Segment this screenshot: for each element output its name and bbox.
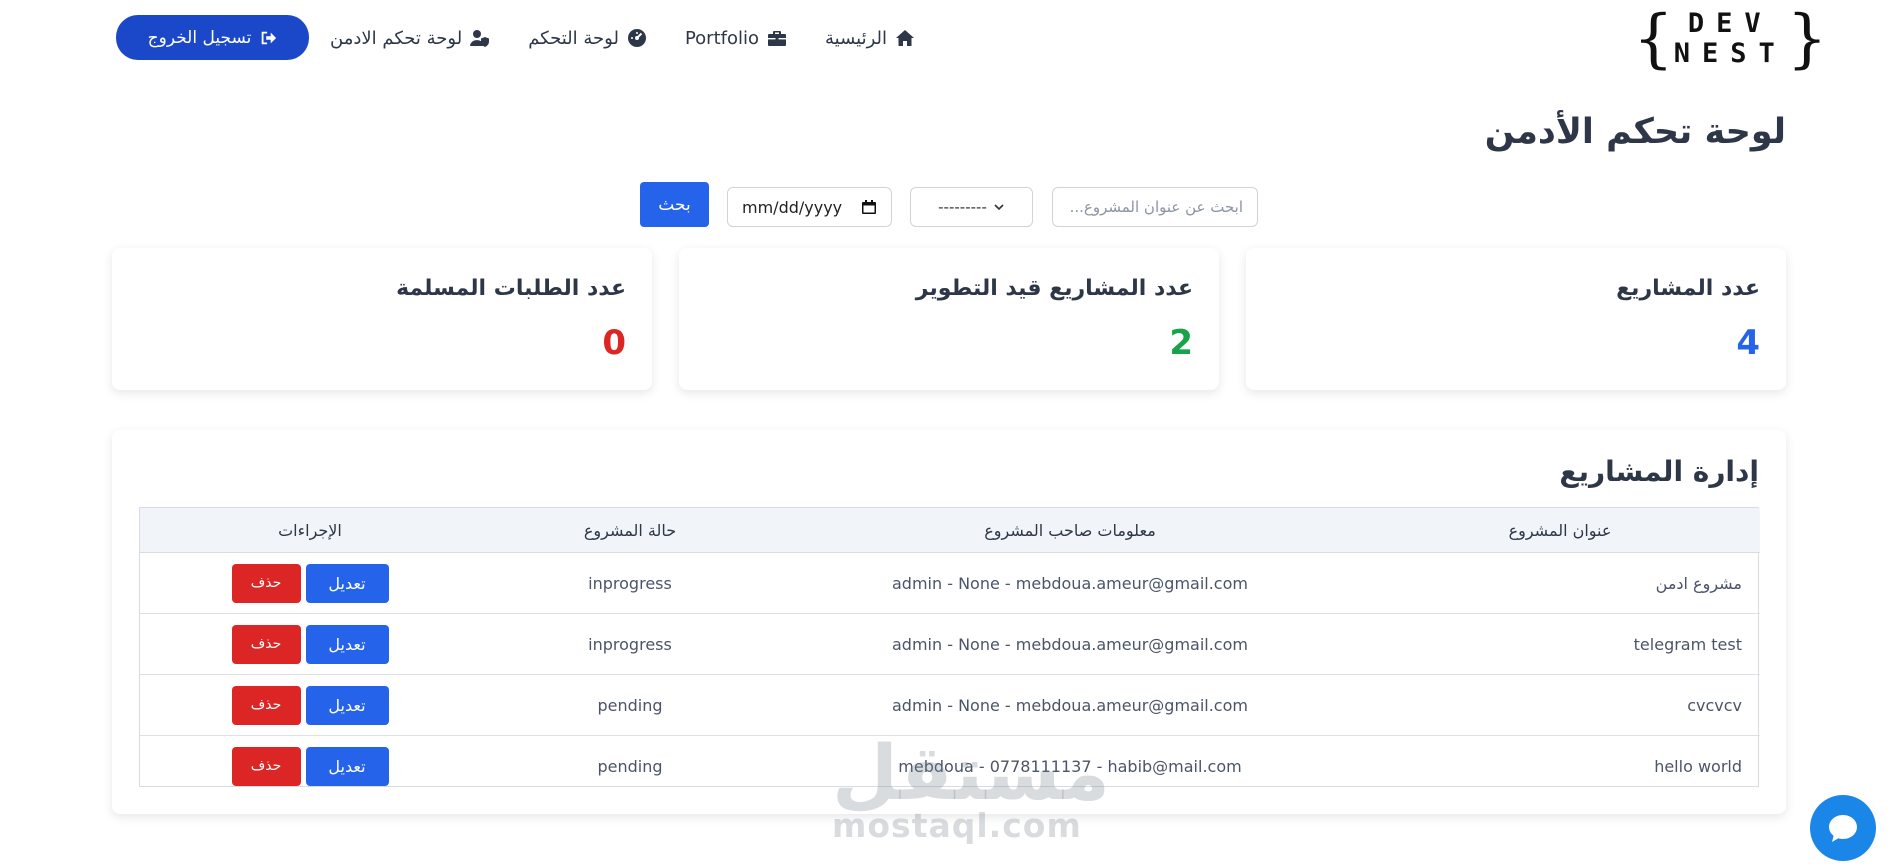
search-button[interactable]: بحث bbox=[640, 182, 709, 227]
column-header-status: حالة المشروع bbox=[480, 508, 780, 553]
project-status-cell: inprogress bbox=[480, 552, 780, 614]
logout-label: تسجيل الخروج bbox=[147, 27, 252, 48]
stat-value: 4 bbox=[1736, 323, 1760, 363]
delete-button[interactable]: حذف bbox=[231, 624, 301, 664]
page-title: لوحة تحكم الأدمن bbox=[1484, 112, 1786, 152]
project-owner-cell: admin - None - mebdoua.ameur@gmail.com bbox=[780, 613, 1360, 675]
nav-item-dashboard-label: لوحة التحكم bbox=[528, 27, 619, 49]
nav-item-admin-label: لوحة تحكم الادمن bbox=[330, 27, 463, 49]
column-header-title: عنوان المشروع bbox=[1360, 508, 1760, 553]
project-owner-cell: admin - None - mebdoua.ameur@gmail.com bbox=[780, 674, 1360, 736]
nav-item-portfolio[interactable]: Portfolio bbox=[685, 28, 787, 49]
chevron-down-icon bbox=[994, 204, 1004, 211]
nav-item-portfolio-label: Portfolio bbox=[684, 27, 759, 49]
projects-management-card: إدارة المشاريع عنوان المشروع معلومات صاح… bbox=[112, 430, 1786, 814]
project-status-cell: pending bbox=[480, 674, 780, 736]
date-placeholder: mm/dd/yyyy bbox=[742, 197, 843, 217]
project-title-cell: hello world bbox=[1654, 756, 1742, 776]
column-header-actions: الإجراءات bbox=[140, 508, 480, 553]
logo-words: DEV NEST bbox=[1674, 9, 1787, 69]
table-header-row: عنوان المشروع معلومات صاحب المشروع حالة … bbox=[140, 508, 1760, 553]
table-row: hello world mebdoua - 0778111137 - habib… bbox=[140, 736, 1760, 797]
devnest-logo[interactable]: { DEV NEST } bbox=[1633, 2, 1827, 76]
actions-cell: تعديل حذف bbox=[140, 736, 480, 797]
actions-cell: تعديل حذف bbox=[140, 613, 480, 675]
actions-cell: تعديل حذف bbox=[140, 674, 480, 736]
actions-cell: تعديل حذف bbox=[140, 552, 480, 614]
stat-value: 0 bbox=[602, 323, 626, 363]
table-row: cvcvcv admin - None - mebdoua.ameur@gmai… bbox=[140, 674, 1760, 736]
table-row: مشروع ادمن admin - None - mebdoua.ameur@… bbox=[140, 552, 1760, 614]
edit-button[interactable]: تعديل bbox=[305, 624, 389, 664]
logo-brace-close: } bbox=[1786, 2, 1828, 76]
project-owner-cell: mebdoua - 0778111137 - habib@mail.com bbox=[898, 756, 1242, 776]
delete-button[interactable]: حذف bbox=[231, 563, 301, 603]
stat-card-delivered: عدد الطلبات المسلمة 0 bbox=[112, 248, 652, 390]
logo-line-nest: NEST bbox=[1673, 38, 1787, 69]
nav-item-home-label: الرئيسية bbox=[825, 27, 887, 49]
home-icon bbox=[896, 30, 914, 46]
edit-button[interactable]: تعديل bbox=[305, 685, 389, 725]
briefcase-icon bbox=[768, 31, 786, 46]
stat-label: عدد الطلبات المسلمة bbox=[396, 276, 626, 301]
nav-item-home[interactable]: الرئيسية bbox=[825, 28, 915, 49]
project-owner-cell: admin - None - mebdoua.ameur@gmail.com bbox=[780, 552, 1360, 614]
logout-button[interactable]: تسجيل الخروج bbox=[116, 15, 309, 60]
stat-card-projects: عدد المشاريع 4 bbox=[1246, 248, 1786, 390]
filters-bar: --------- mm/dd/yyyy بحث bbox=[0, 182, 1893, 230]
edit-button[interactable]: تعديل bbox=[305, 746, 389, 786]
chat-button[interactable] bbox=[1810, 795, 1876, 861]
delete-button[interactable]: حذف bbox=[231, 746, 301, 786]
dashboard-icon bbox=[627, 29, 646, 47]
project-status-cell: inprogress bbox=[480, 613, 780, 675]
section-title: إدارة المشاريع bbox=[1559, 455, 1759, 488]
project-title-cell: telegram test bbox=[1360, 613, 1760, 675]
project-title-cell: مشروع ادمن bbox=[1360, 552, 1760, 614]
project-title-cell: cvcvcv bbox=[1360, 674, 1760, 736]
nav-links: الرئيسية Portfolio لوحة التحكم لوحة تحكم… bbox=[330, 22, 915, 54]
logo-line-dev: DEV bbox=[1687, 8, 1773, 39]
project-status-cell: pending bbox=[597, 756, 663, 776]
project-search-input[interactable] bbox=[1052, 187, 1258, 227]
nav-item-admin[interactable]: لوحة تحكم الادمن bbox=[330, 28, 490, 49]
date-filter-input[interactable]: mm/dd/yyyy bbox=[727, 187, 892, 227]
projects-table-wrapper: عنوان المشروع معلومات صاحب المشروع حالة … bbox=[139, 507, 1760, 787]
delete-button[interactable]: حذف bbox=[231, 685, 301, 725]
watermark-latin: mostaql.com bbox=[832, 806, 1082, 845]
status-select[interactable]: --------- bbox=[910, 187, 1033, 227]
stat-card-in-development: عدد المشاريع قيد التطوير 2 bbox=[679, 248, 1219, 390]
user-shield-icon bbox=[470, 30, 490, 47]
nav-item-dashboard[interactable]: لوحة التحكم bbox=[528, 28, 647, 49]
column-header-owner: معلومات صاحب المشروع bbox=[780, 508, 1360, 553]
navbar: { DEV NEST } الرئيسية Portfolio لوحة الت… bbox=[0, 0, 1893, 78]
status-select-value: --------- bbox=[938, 198, 987, 216]
stat-value: 2 bbox=[1169, 323, 1193, 363]
chat-bubble-icon bbox=[1829, 815, 1857, 842]
stat-label: عدد المشاريع قيد التطوير bbox=[915, 276, 1193, 301]
sign-out-icon bbox=[262, 31, 277, 44]
table-row: telegram test admin - None - mebdoua.ame… bbox=[140, 613, 1760, 675]
projects-table: عنوان المشروع معلومات صاحب المشروع حالة … bbox=[140, 508, 1760, 796]
logo-brace-open: { bbox=[1633, 2, 1674, 76]
edit-button[interactable]: تعديل bbox=[305, 563, 389, 603]
calendar-icon[interactable] bbox=[861, 199, 877, 215]
stat-label: عدد المشاريع bbox=[1616, 276, 1760, 301]
